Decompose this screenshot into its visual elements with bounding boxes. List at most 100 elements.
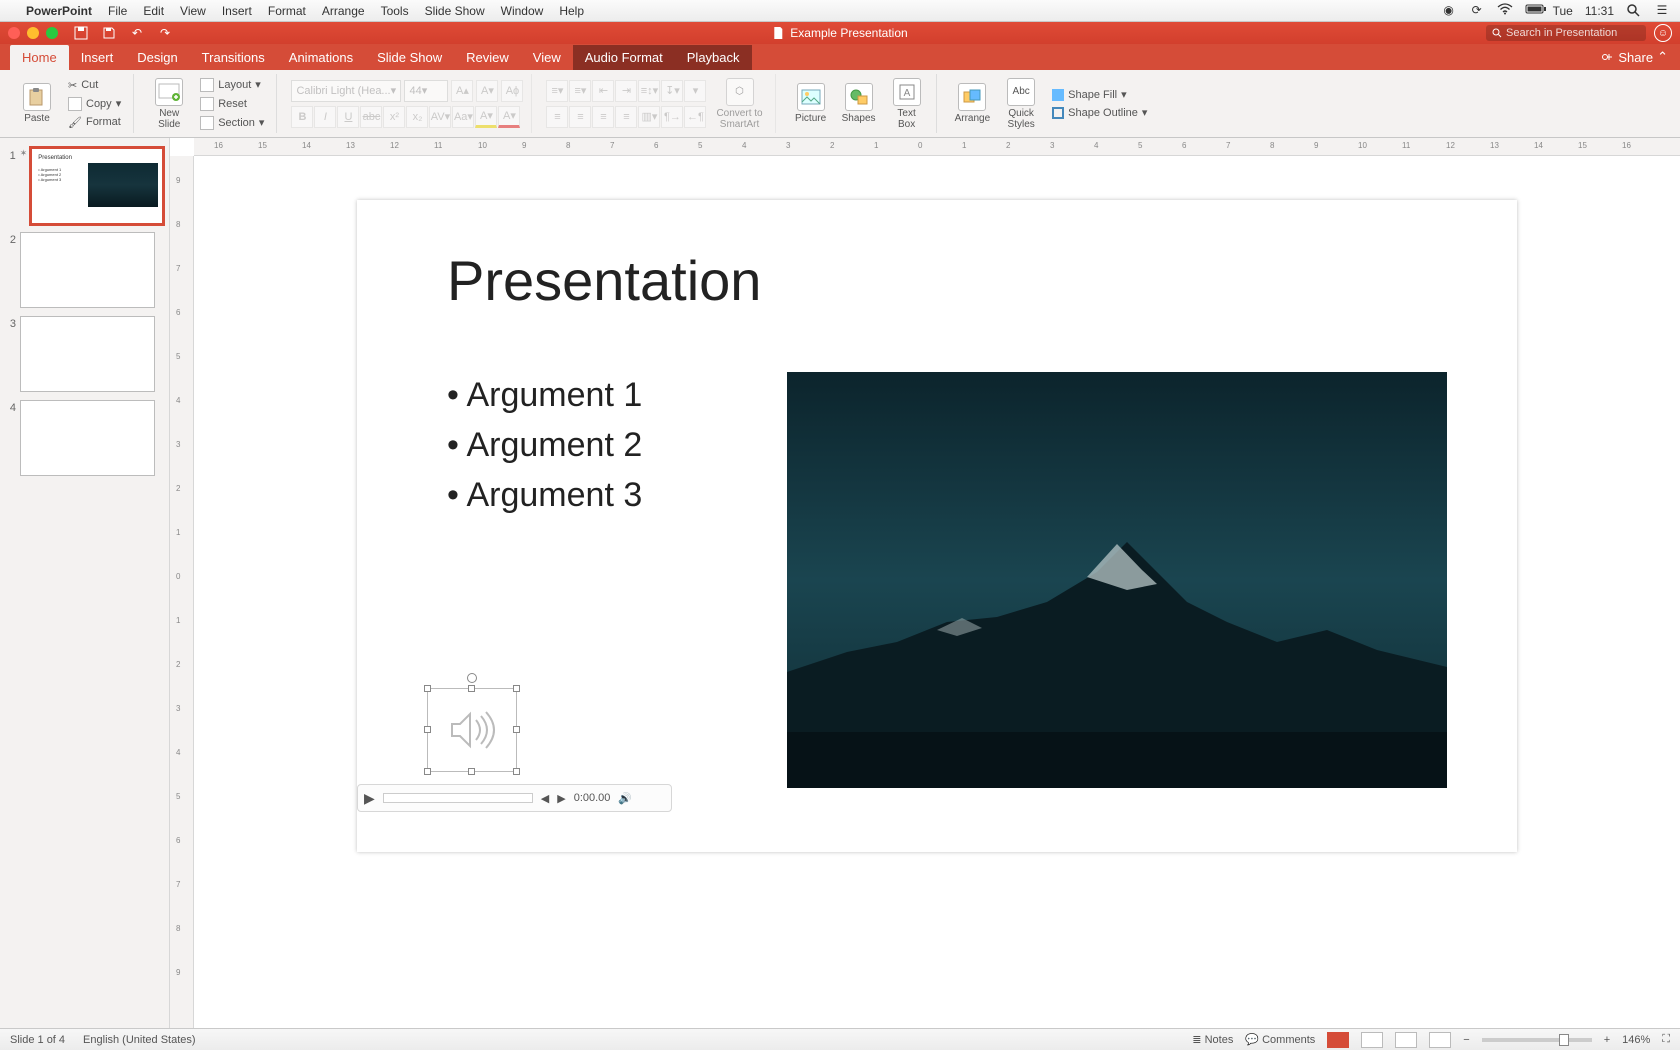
rotate-handle[interactable] [467, 673, 477, 683]
change-case-button[interactable]: Aa▾ [452, 106, 474, 128]
slide[interactable]: Presentation Argument 1 Argument 2 Argum… [357, 200, 1517, 852]
redo-icon[interactable]: ↷ [156, 25, 174, 41]
menu-window[interactable]: Window [501, 4, 544, 18]
underline-button[interactable]: U [337, 106, 359, 128]
copy-button[interactable]: Copy▾ [64, 96, 125, 112]
status-time[interactable]: 11:31 [1585, 4, 1614, 18]
sorter-view-button[interactable] [1361, 1032, 1383, 1048]
normal-view-button[interactable] [1327, 1032, 1349, 1048]
slide-title[interactable]: Presentation [447, 248, 761, 313]
menu-tools[interactable]: Tools [381, 4, 409, 18]
menu-view[interactable]: View [180, 4, 206, 18]
zoom-value[interactable]: 146% [1622, 1034, 1650, 1046]
section-button[interactable]: Section▾ [196, 115, 268, 131]
feedback-smile-icon[interactable]: ☺ [1654, 24, 1672, 42]
strikethrough-button[interactable]: abc [360, 106, 382, 128]
close-window-button[interactable] [8, 27, 20, 39]
menu-arrange[interactable]: Arrange [322, 4, 365, 18]
slide-thumbnail-3[interactable] [20, 316, 155, 392]
shape-outline-button[interactable]: Shape Outline▾ [1048, 105, 1151, 120]
italic-button[interactable]: I [314, 106, 336, 128]
font-family-select[interactable]: Calibri Light (Hea...▾ [291, 80, 401, 102]
clear-formatting-button[interactable]: Aϕ [501, 80, 523, 102]
align-text-button[interactable]: ▾ [684, 80, 706, 102]
shape-fill-button[interactable]: Shape Fill▾ [1048, 87, 1151, 102]
status-day[interactable]: Tue [1553, 4, 1573, 18]
play-button[interactable]: ▶ [364, 790, 375, 807]
zoom-slider[interactable] [1482, 1038, 1592, 1042]
menu-insert[interactable]: Insert [222, 4, 252, 18]
tab-audio-format[interactable]: Audio Format [573, 45, 675, 70]
horizontal-ruler[interactable]: 1615141312111098765432101234567891011121… [194, 138, 1680, 156]
decrease-indent-button[interactable]: ⇤ [592, 80, 614, 102]
align-right-button[interactable]: ≡ [592, 106, 614, 128]
quick-styles-button[interactable]: AbcQuick Styles [1000, 76, 1042, 132]
audio-track[interactable] [383, 793, 533, 803]
bullets-button[interactable]: ≡▾ [546, 80, 568, 102]
cut-button[interactable]: ✂Cut [64, 78, 125, 93]
superscript-button[interactable]: x² [383, 106, 405, 128]
grow-font-button[interactable]: A▴ [451, 80, 473, 102]
slide-editing-surface[interactable]: Presentation Argument 1 Argument 2 Argum… [194, 156, 1680, 1028]
search-input[interactable]: Search in Presentation [1486, 25, 1646, 41]
comments-button[interactable]: 💬 Comments [1245, 1033, 1315, 1046]
font-size-select[interactable]: 44▾ [404, 80, 448, 102]
volume-icon[interactable]: 🔊 [618, 792, 632, 805]
status-wifi-icon[interactable] [1497, 3, 1513, 19]
tab-insert[interactable]: Insert [69, 45, 126, 70]
tab-view[interactable]: View [521, 45, 573, 70]
menu-file[interactable]: File [108, 4, 127, 18]
arrange-button[interactable]: Arrange [951, 81, 995, 126]
save-icon[interactable] [100, 25, 118, 41]
status-cloud-icon[interactable]: ◉ [1441, 3, 1457, 19]
menu-format[interactable]: Format [268, 4, 306, 18]
language-status[interactable]: English (United States) [83, 1034, 196, 1046]
paste-button[interactable]: Paste [16, 81, 58, 126]
slide-thumbnail-1[interactable]: Presentation • Argument 1 • Argument 2 •… [31, 148, 163, 224]
zoom-window-button[interactable] [46, 27, 58, 39]
tab-review[interactable]: Review [454, 45, 521, 70]
new-slide-button[interactable]: New Slide [148, 76, 190, 132]
character-spacing-button[interactable]: AV▾ [429, 106, 451, 128]
line-spacing-button[interactable]: ≡↕▾ [638, 80, 660, 102]
share-button[interactable]: Share ⌃ [1588, 44, 1680, 70]
tab-slideshow[interactable]: Slide Show [365, 45, 454, 70]
slide-count-status[interactable]: Slide 1 of 4 [10, 1034, 65, 1046]
numbering-button[interactable]: ≡▾ [569, 80, 591, 102]
text-direction-button[interactable]: ↧▾ [661, 80, 683, 102]
bullet-3[interactable]: Argument 3 [447, 470, 642, 520]
zoom-knob[interactable] [1559, 1034, 1569, 1046]
menu-slideshow[interactable]: Slide Show [425, 4, 485, 18]
slide-thumbnail-2[interactable] [20, 232, 155, 308]
resize-handle-ne[interactable] [513, 685, 520, 692]
bold-button[interactable]: B [291, 106, 313, 128]
resize-handle-nw[interactable] [424, 685, 431, 692]
reset-button[interactable]: Reset [196, 96, 268, 112]
skip-forward-button[interactable]: ▶ [557, 792, 565, 805]
tab-animations[interactable]: Animations [277, 45, 365, 70]
subscript-button[interactable]: x₂ [406, 106, 428, 128]
skip-back-button[interactable]: ◀ [541, 792, 549, 805]
app-name[interactable]: PowerPoint [26, 4, 92, 18]
bullet-1[interactable]: Argument 1 [447, 370, 642, 420]
bullet-2[interactable]: Argument 2 [447, 420, 642, 470]
slide-thumbnail-4[interactable] [20, 400, 155, 476]
menu-edit[interactable]: Edit [143, 4, 164, 18]
reading-view-button[interactable] [1395, 1032, 1417, 1048]
align-center-button[interactable]: ≡ [569, 106, 591, 128]
minimize-window-button[interactable] [27, 27, 39, 39]
align-left-button[interactable]: ≡ [546, 106, 568, 128]
rtl-button[interactable]: ←¶ [684, 106, 706, 128]
justify-button[interactable]: ≡ [615, 106, 637, 128]
font-color-button[interactable]: A▾ [498, 106, 520, 128]
picture-button[interactable]: Picture [790, 81, 832, 126]
fit-to-window-button[interactable]: ⛶ [1662, 1033, 1670, 1046]
status-sync-icon[interactable]: ⟳ [1469, 3, 1485, 19]
resize-handle-n[interactable] [468, 685, 475, 692]
slideshow-view-button[interactable] [1429, 1032, 1451, 1048]
ltr-button[interactable]: ¶→ [661, 106, 683, 128]
spotlight-icon[interactable] [1626, 3, 1642, 19]
textbox-button[interactable]: AText Box [886, 76, 928, 132]
layout-button[interactable]: Layout▾ [196, 77, 268, 93]
menu-help[interactable]: Help [559, 4, 584, 18]
